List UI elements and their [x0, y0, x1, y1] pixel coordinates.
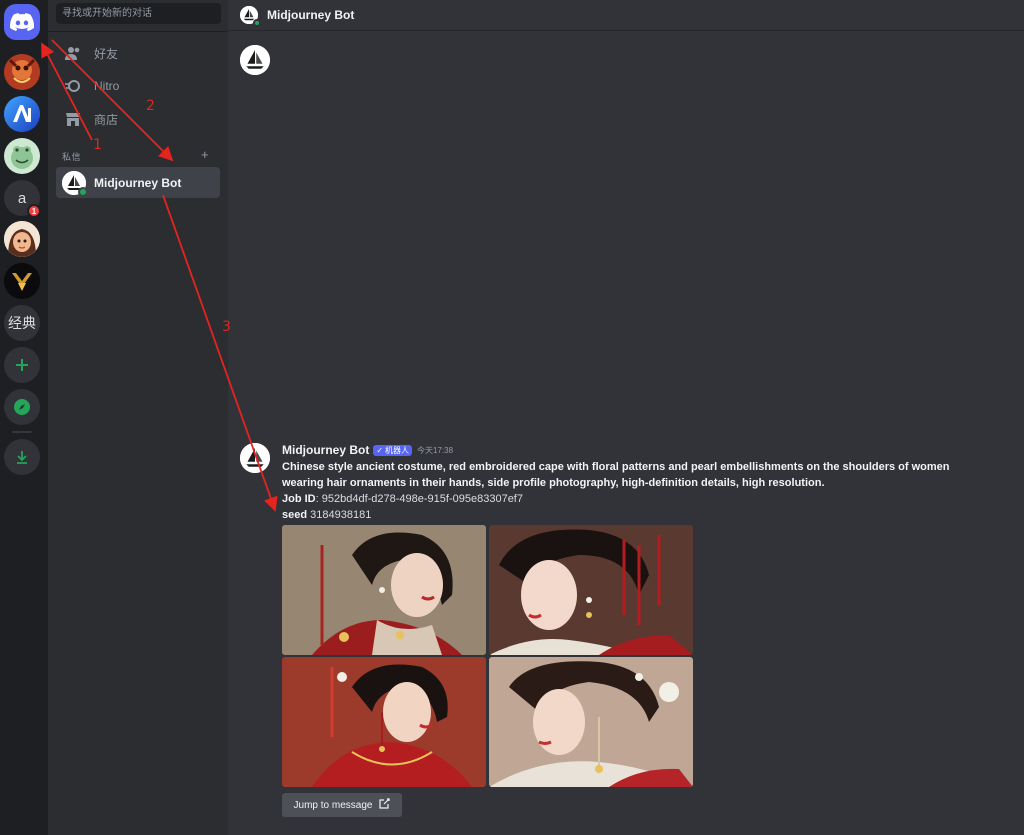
server-cartoon-girl[interactable] [4, 221, 40, 257]
generated-image-1[interactable] [282, 525, 486, 655]
message-prompt: Chinese style ancient costume, red embro… [282, 461, 950, 489]
generated-image-3[interactable] [282, 657, 486, 787]
rail-separator [12, 431, 32, 433]
message-author[interactable]: Midjourney Bot [282, 443, 369, 457]
server-rail: a 1 经典 [0, 0, 48, 835]
avatar [62, 170, 88, 197]
create-dm-button[interactable]: + [201, 147, 209, 162]
page-title: Midjourney Bot [267, 8, 355, 22]
sidebar-item-label: 商店 [94, 112, 119, 127]
dragon-server-icon [4, 54, 40, 90]
dm-section-header: 私信 [62, 152, 82, 162]
header-avatar [240, 6, 261, 27]
jump-to-message-button[interactable]: Jump to message [282, 793, 402, 817]
ai-server-icon [4, 96, 40, 132]
annotation-label-3: 3 [222, 319, 231, 335]
download-icon [17, 451, 27, 464]
sailboat-avatar-icon [240, 45, 270, 75]
channel-header: Midjourney Bot [228, 0, 1024, 31]
jump-button-label: Jump to message [293, 799, 373, 811]
sidebar-item-friends[interactable]: 好友 [56, 38, 220, 68]
frog-server-icon [4, 138, 40, 174]
cartoon-girl-server-icon [4, 221, 40, 257]
shop-icon [64, 110, 82, 128]
server-ai[interactable] [4, 96, 40, 132]
discord-logo-icon [10, 13, 34, 31]
online-status-icon [78, 186, 88, 197]
job-id-value: 952bd4df-d278-498e-915f-095e83307ef7 [321, 493, 523, 505]
download-apps-button[interactable] [4, 439, 40, 475]
verified-check-icon: ✓ [376, 445, 384, 455]
annotation-label-1: 1 [93, 137, 102, 153]
job-id-label: Job ID [282, 493, 316, 505]
message-header: Midjourney Bot ✓ 机器人 今天17:38 [282, 443, 453, 457]
bot-tag-label: 机器人 [385, 445, 410, 455]
discord-home-button[interactable] [4, 4, 40, 40]
generated-image-4[interactable] [489, 657, 693, 787]
seed-value: 3184938181 [310, 509, 372, 521]
external-link-icon [379, 798, 391, 812]
dm-item-label: Midjourney Bot [94, 175, 182, 190]
annotation-label-2: 2 [146, 98, 155, 114]
plus-icon [16, 359, 28, 371]
sidebar-divider [48, 31, 228, 32]
generated-image-2[interactable] [489, 525, 693, 655]
seed-line: seed 3184938181 [282, 508, 371, 522]
server-shield[interactable] [4, 263, 40, 299]
dm-item-midjourney-bot[interactable]: Midjourney Bot [56, 167, 220, 198]
seed-label: seed [282, 509, 308, 521]
server-classic-label: 经典 [8, 315, 36, 331]
sailboat-avatar-icon [240, 443, 270, 473]
golden-emblem-icon [4, 263, 40, 299]
sidebar-item-label: Nitro [94, 79, 120, 93]
job-id-line: Job ID: 952bd4df-d278-498e-915f-095e8330… [282, 492, 523, 506]
server-dragon[interactable] [4, 54, 40, 90]
sidebar-item-shop[interactable]: 商店 [56, 104, 220, 134]
notification-badge: 1 [27, 204, 41, 218]
nitro-icon [64, 77, 82, 95]
explore-servers-button[interactable] [4, 389, 40, 425]
channel-intro-avatar [240, 45, 270, 75]
server-classic[interactable]: 经典 [4, 305, 40, 341]
compass-icon [14, 399, 30, 415]
message-avatar[interactable] [240, 443, 270, 473]
server-a-label: a [17, 189, 27, 207]
search-input[interactable]: 寻找或开始新的对话 [56, 3, 221, 24]
sidebar-item-nitro[interactable]: Nitro [56, 71, 220, 101]
message-timestamp: 今天17:38 [417, 445, 454, 455]
sidebar-item-label: 好友 [94, 46, 119, 61]
add-server-button[interactable] [4, 347, 40, 383]
friends-icon [64, 44, 82, 62]
server-frog[interactable] [4, 138, 40, 174]
online-status-icon [253, 19, 261, 27]
bot-tag: ✓ 机器人 [373, 444, 413, 456]
job-id-separator: : [315, 493, 319, 505]
